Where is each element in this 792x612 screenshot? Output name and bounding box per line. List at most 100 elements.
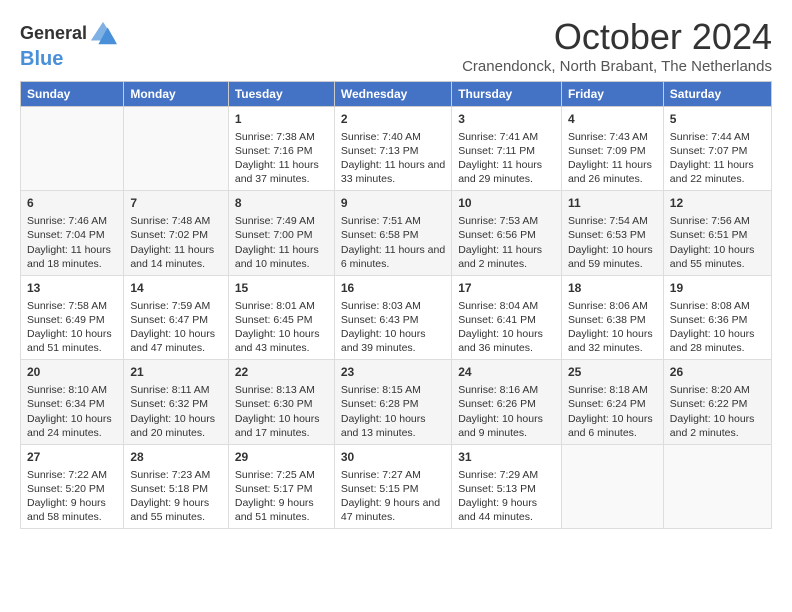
calendar-cell: 31 Sunrise: 7:29 AMSunset: 5:13 PMDayligh… <box>452 444 562 528</box>
day-content: Sunrise: 8:08 AMSunset: 6:36 PMDaylight:… <box>670 299 765 356</box>
calendar-cell: 8 Sunrise: 7:49 AMSunset: 7:00 PMDaylight… <box>228 191 334 275</box>
calendar-week-2: 6Sunrise: 7:46 AMSunset: 7:04 PMDaylight… <box>21 191 772 275</box>
day-number: 29 <box>235 449 328 466</box>
day-content: Sunrise: 7:25 AMSunset: 5:17 PMDaylight:… <box>235 468 328 525</box>
calendar-cell: 18 Sunrise: 8:06 AMSunset: 6:38 PMDayligh… <box>561 275 663 359</box>
day-number: 21 <box>130 364 222 381</box>
day-number: 15 <box>235 280 328 297</box>
calendar-cell: 7 Sunrise: 7:48 AMSunset: 7:02 PMDaylight… <box>124 191 229 275</box>
calendar-cell: 30 Sunrise: 7:27 AMSunset: 5:15 PMDayligh… <box>334 444 451 528</box>
day-content: Sunrise: 7:58 AMSunset: 6:49 PMDaylight:… <box>27 299 117 356</box>
calendar-week-1: 1 Sunrise: 7:38 AMSunset: 7:16 PMDaylight… <box>21 107 772 191</box>
day-number: 26 <box>670 364 765 381</box>
calendar-cell: 17 Sunrise: 8:04 AMSunset: 6:41 PMDayligh… <box>452 275 562 359</box>
day-content: Sunrise: 8:10 AMSunset: 6:34 PMDaylight:… <box>27 383 117 440</box>
day-number: 14 <box>130 280 222 297</box>
day-content: Sunrise: 8:18 AMSunset: 6:24 PMDaylight:… <box>568 383 657 440</box>
calendar-week-5: 27 Sunrise: 7:22 AMSunset: 5:20 PMDayligh… <box>21 444 772 528</box>
day-number: 10 <box>458 195 555 212</box>
day-content: Sunrise: 7:22 AMSunset: 5:20 PMDaylight:… <box>27 468 117 525</box>
title-area: October 2024 Cranendonck, North Brabant,… <box>462 16 772 75</box>
day-number: 25 <box>568 364 657 381</box>
day-number: 20 <box>27 364 117 381</box>
logo-text-general: General <box>20 24 87 44</box>
calendar-cell: 13Sunrise: 7:58 AMSunset: 6:49 PMDayligh… <box>21 275 124 359</box>
calendar-cell: 4 Sunrise: 7:43 AMSunset: 7:09 PMDaylight… <box>561 107 663 191</box>
header-row: Sunday Monday Tuesday Wednesday Thursday… <box>21 82 772 107</box>
header: General Blue October 2024 Cranendonck, N… <box>20 16 772 75</box>
day-content: Sunrise: 7:53 AMSunset: 6:56 PMDaylight:… <box>458 214 555 271</box>
day-number: 5 <box>670 111 765 128</box>
day-content: Sunrise: 8:15 AMSunset: 6:28 PMDaylight:… <box>341 383 445 440</box>
day-content: Sunrise: 7:59 AMSunset: 6:47 PMDaylight:… <box>130 299 222 356</box>
calendar-cell: 3Sunrise: 7:41 AMSunset: 7:11 PMDaylight… <box>452 107 562 191</box>
calendar-cell: 2 Sunrise: 7:40 AMSunset: 7:13 PMDaylight… <box>334 107 451 191</box>
day-number: 28 <box>130 449 222 466</box>
main-title: October 2024 <box>462 16 772 58</box>
calendar-cell: 28 Sunrise: 7:23 AMSunset: 5:18 PMDayligh… <box>124 444 229 528</box>
calendar-cell <box>663 444 771 528</box>
calendar-cell: 16Sunrise: 8:03 AMSunset: 6:43 PMDayligh… <box>334 275 451 359</box>
calendar-cell <box>124 107 229 191</box>
day-content: Sunrise: 7:40 AMSunset: 7:13 PMDaylight:… <box>341 130 445 187</box>
day-content: Sunrise: 8:06 AMSunset: 6:38 PMDaylight:… <box>568 299 657 356</box>
day-content: Sunrise: 7:54 AMSunset: 6:53 PMDaylight:… <box>568 214 657 271</box>
calendar-page: General Blue October 2024 Cranendonck, N… <box>0 0 792 539</box>
day-content: Sunrise: 8:11 AMSunset: 6:32 PMDaylight:… <box>130 383 222 440</box>
calendar-week-3: 13Sunrise: 7:58 AMSunset: 6:49 PMDayligh… <box>21 275 772 359</box>
calendar-cell: 15 Sunrise: 8:01 AMSunset: 6:45 PMDayligh… <box>228 275 334 359</box>
day-content: Sunrise: 7:27 AMSunset: 5:15 PMDaylight:… <box>341 468 445 525</box>
calendar-cell: 6Sunrise: 7:46 AMSunset: 7:04 PMDaylight… <box>21 191 124 275</box>
day-content: Sunrise: 7:29 AMSunset: 5:13 PMDaylight:… <box>458 468 555 525</box>
day-content: Sunrise: 8:13 AMSunset: 6:30 PMDaylight:… <box>235 383 328 440</box>
calendar-cell: 10 Sunrise: 7:53 AMSunset: 6:56 PMDayligh… <box>452 191 562 275</box>
day-content: Sunrise: 8:16 AMSunset: 6:26 PMDaylight:… <box>458 383 555 440</box>
day-number: 17 <box>458 280 555 297</box>
calendar-cell: 11 Sunrise: 7:54 AMSunset: 6:53 PMDayligh… <box>561 191 663 275</box>
subtitle: Cranendonck, North Brabant, The Netherla… <box>462 58 772 75</box>
calendar-cell: 12Sunrise: 7:56 AMSunset: 6:51 PMDayligh… <box>663 191 771 275</box>
calendar-cell: 19Sunrise: 8:08 AMSunset: 6:36 PMDayligh… <box>663 275 771 359</box>
day-content: Sunrise: 7:48 AMSunset: 7:02 PMDaylight:… <box>130 214 222 271</box>
calendar-cell: 1 Sunrise: 7:38 AMSunset: 7:16 PMDaylight… <box>228 107 334 191</box>
day-content: Sunrise: 7:41 AMSunset: 7:11 PMDaylight:… <box>458 130 555 187</box>
day-number: 18 <box>568 280 657 297</box>
day-number: 7 <box>130 195 222 212</box>
day-content: Sunrise: 7:56 AMSunset: 6:51 PMDaylight:… <box>670 214 765 271</box>
calendar-cell: 21 Sunrise: 8:11 AMSunset: 6:32 PMDayligh… <box>124 360 229 444</box>
col-tuesday: Tuesday <box>228 82 334 107</box>
col-sunday: Sunday <box>21 82 124 107</box>
day-number: 31 <box>458 449 555 466</box>
day-content: Sunrise: 7:43 AMSunset: 7:09 PMDaylight:… <box>568 130 657 187</box>
calendar-cell: 20 Sunrise: 8:10 AMSunset: 6:34 PMDayligh… <box>21 360 124 444</box>
day-content: Sunrise: 8:20 AMSunset: 6:22 PMDaylight:… <box>670 383 765 440</box>
day-number: 27 <box>27 449 117 466</box>
day-number: 2 <box>341 111 445 128</box>
day-content: Sunrise: 8:04 AMSunset: 6:41 PMDaylight:… <box>458 299 555 356</box>
calendar-cell: 29 Sunrise: 7:25 AMSunset: 5:17 PMDayligh… <box>228 444 334 528</box>
calendar-cell: 25 Sunrise: 8:18 AMSunset: 6:24 PMDayligh… <box>561 360 663 444</box>
day-content: Sunrise: 7:38 AMSunset: 7:16 PMDaylight:… <box>235 130 328 187</box>
day-number: 9 <box>341 195 445 212</box>
calendar-cell: 27 Sunrise: 7:22 AMSunset: 5:20 PMDayligh… <box>21 444 124 528</box>
col-monday: Monday <box>124 82 229 107</box>
day-content: Sunrise: 8:01 AMSunset: 6:45 PMDaylight:… <box>235 299 328 356</box>
day-number: 8 <box>235 195 328 212</box>
day-number: 16 <box>341 280 445 297</box>
day-content: Sunrise: 7:23 AMSunset: 5:18 PMDaylight:… <box>130 468 222 525</box>
col-wednesday: Wednesday <box>334 82 451 107</box>
day-content: Sunrise: 7:49 AMSunset: 7:00 PMDaylight:… <box>235 214 328 271</box>
day-content: Sunrise: 7:51 AMSunset: 6:58 PMDaylight:… <box>341 214 445 271</box>
logo: General Blue <box>20 20 117 70</box>
calendar-table: Sunday Monday Tuesday Wednesday Thursday… <box>20 81 772 529</box>
calendar-cell: 26 Sunrise: 8:20 AMSunset: 6:22 PMDayligh… <box>663 360 771 444</box>
calendar-cell: 5Sunrise: 7:44 AMSunset: 7:07 PMDaylight… <box>663 107 771 191</box>
calendar-cell <box>561 444 663 528</box>
day-number: 1 <box>235 111 328 128</box>
col-saturday: Saturday <box>663 82 771 107</box>
day-number: 11 <box>568 195 657 212</box>
day-number: 4 <box>568 111 657 128</box>
day-number: 30 <box>341 449 445 466</box>
day-number: 23 <box>341 364 445 381</box>
day-number: 22 <box>235 364 328 381</box>
